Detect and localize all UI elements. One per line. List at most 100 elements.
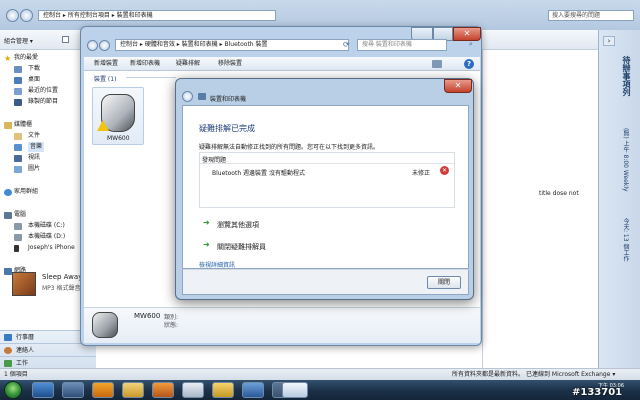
nav-documents[interactable]: 文件 [28,131,40,141]
details-status-label: 狀態: [164,322,179,329]
device-manager-taskbar-icon[interactable] [282,382,308,398]
status-bar: 1 個項目 所有資料夾都是最新資料。 已連線到 Microsoft Exchan… [0,368,640,380]
star-icon: ★ [4,54,12,63]
videos-icon [14,155,22,162]
cp-command-bar: 新增裝置 新增印表機 疑難排解 移除裝置 ? [84,57,480,71]
close-troubleshooter-arrow-icon: ➜ [203,240,210,249]
iphone-icon [14,245,19,252]
desktop-icon [14,77,22,84]
nav-iphone[interactable]: Joseph's iPhone [28,243,75,253]
todo-collapse-icon[interactable]: › [603,36,615,46]
add-printer-button[interactable]: 新增印表機 [130,59,160,69]
ts-title-icon [198,93,206,100]
libraries-icon [4,122,12,129]
disk-d-icon [14,234,22,241]
ts-close-button[interactable]: ✕ [444,79,472,93]
nav-homegroup[interactable]: 家用群組 [14,187,38,197]
tasks-icon [4,360,12,367]
status-item-count: 1 個項目 [4,371,28,378]
refresh-icon[interactable]: ⟳ [343,40,353,50]
music-title: Sleep Away [42,273,83,281]
status-exchange[interactable]: 已連線到 Microsoft Exchange ▾ [526,369,615,380]
nav-disk-d[interactable]: 本機磁碟 (D:) [28,232,65,242]
recorded-tv-icon [14,99,22,106]
organize-menu[interactable]: 組合管理 ▾ [4,36,33,45]
outlook-contacts-label: 連絡人 [16,347,35,354]
nav-music[interactable]: 音樂 [28,142,45,152]
troubleshoot-button[interactable]: 疑難排解 [176,59,200,69]
cp-search-input[interactable]: 搜尋 裝置和印表機 [357,39,447,51]
error-icon: ✕ [440,166,449,175]
app-taskbar-icon-1[interactable] [242,382,264,398]
group-header[interactable]: 裝置 (1) [94,74,116,83]
todo-bar-appointment: (無) 上午 8:00 Weekly [622,128,629,192]
problem-status: 未修正 [412,170,431,177]
download-folder-icon [14,66,22,73]
reading-pane-snippet: title dose not [539,190,579,197]
nav-download[interactable]: 下載 [28,64,40,74]
ts-back-button[interactable] [182,91,193,102]
documents-icon [14,133,22,140]
explorer-taskbar-icon[interactable] [122,382,144,398]
explorer-address-bar[interactable]: 控制台 ▸ 所有控制台項目 ▸ 裝置和印表機 [38,10,276,21]
group-divider [126,77,176,78]
outlook-tasks-label: 工作 [16,360,29,367]
pictures-icon [14,166,22,173]
problems-table: 發現問題 Bluetooth 週邊裝置 沒有驅動程式 未修正 ✕ [199,152,455,208]
forward-button[interactable] [20,9,33,22]
warning-icon [97,120,109,131]
ts-footer: 關閉 [182,269,469,295]
messenger-taskbar-icon[interactable] [92,382,114,398]
help-icon[interactable]: ? [464,59,474,69]
outlook-taskbar-icon[interactable] [62,382,84,398]
nav-desktop[interactable]: 桌面 [28,75,40,85]
ts-window-title: 裝置和印表機 [210,96,247,103]
nav-computer[interactable]: 電腦 [14,210,26,220]
mail-taskbar-icon[interactable] [212,382,234,398]
details-headset-icon [92,312,118,338]
explore-options-link[interactable]: 瀏覽其他選項 [217,220,259,230]
nav-videos[interactable]: 視訊 [28,153,40,163]
album-art-thumbnail [12,272,36,296]
ts-close-dialog-button[interactable]: 關閉 [427,276,461,289]
outlook-search-box[interactable]: 搜入要搜尋的問題 [548,10,634,21]
cp-back-button[interactable] [87,40,98,51]
details-pane: MW600 類別: 狀態: [84,307,480,343]
nav-pictures[interactable]: 圖片 [28,164,40,174]
search-icon[interactable]: ⌕ [469,40,473,49]
disk-c-icon [14,223,22,230]
outlook-reading-pane: title dose not [482,50,598,368]
calendar-icon [4,334,12,341]
todo-bar-tasks: 今天: 13 個工作 [622,218,629,262]
checkbox-icon[interactable] [62,36,69,43]
view-options-icon[interactable] [432,60,442,68]
device-tile-mw600[interactable]: MW600 [92,87,144,145]
cp-forward-button[interactable] [99,40,110,51]
explore-options-arrow-icon: ➜ [203,218,210,227]
nav-favorites[interactable]: 我的最愛 [14,53,38,63]
close-troubleshooter-link[interactable]: 關閉疑難排解員 [217,242,266,252]
nav-disk-c[interactable]: 本機磁碟 (C:) [28,221,65,231]
close-button[interactable]: ✕ [453,27,481,41]
cp-address-bar[interactable]: 控制台 ▸ 硬體和音效 ▸ 裝置和印表機 ▸ Bluetooth 裝置 [115,39,349,51]
nav-recorded-tv[interactable]: 錄製的節目 [28,97,58,107]
start-button[interactable] [4,381,22,399]
add-device-button[interactable]: 新增裝置 [94,59,118,69]
media-player-taskbar-icon[interactable] [152,382,174,398]
view-details-link[interactable]: 檢視詳細資訊 [199,260,235,269]
troubleshooter-dialog: ✕ 裝置和印表機 疑難排解已完成 疑難排解無法自動修正找到的所有問題。您可在以下… [175,78,474,300]
status-sync: 所有資料夾都是最新資料。 [452,371,525,378]
remove-device-button[interactable]: 移除裝置 [218,59,242,69]
back-button[interactable] [6,9,19,22]
chat-taskbar-icon[interactable] [182,382,204,398]
nav-recent[interactable]: 最近的位置 [28,86,58,96]
nav-libraries[interactable]: 媒體櫃 [14,120,32,130]
taskbar: 下午 03:06 #133701 [0,380,640,400]
ie-taskbar-icon[interactable] [32,382,54,398]
homegroup-icon [4,189,12,196]
ts-body: 疑難排解已完成 疑難排解無法自動修正找到的所有問題。您可在以下找到更多資訊。 發… [182,105,469,269]
music-icon [14,144,22,151]
ts-heading: 疑難排解已完成 [199,124,255,133]
network-icon [4,268,12,275]
device-name-label: MW600 [107,135,130,142]
